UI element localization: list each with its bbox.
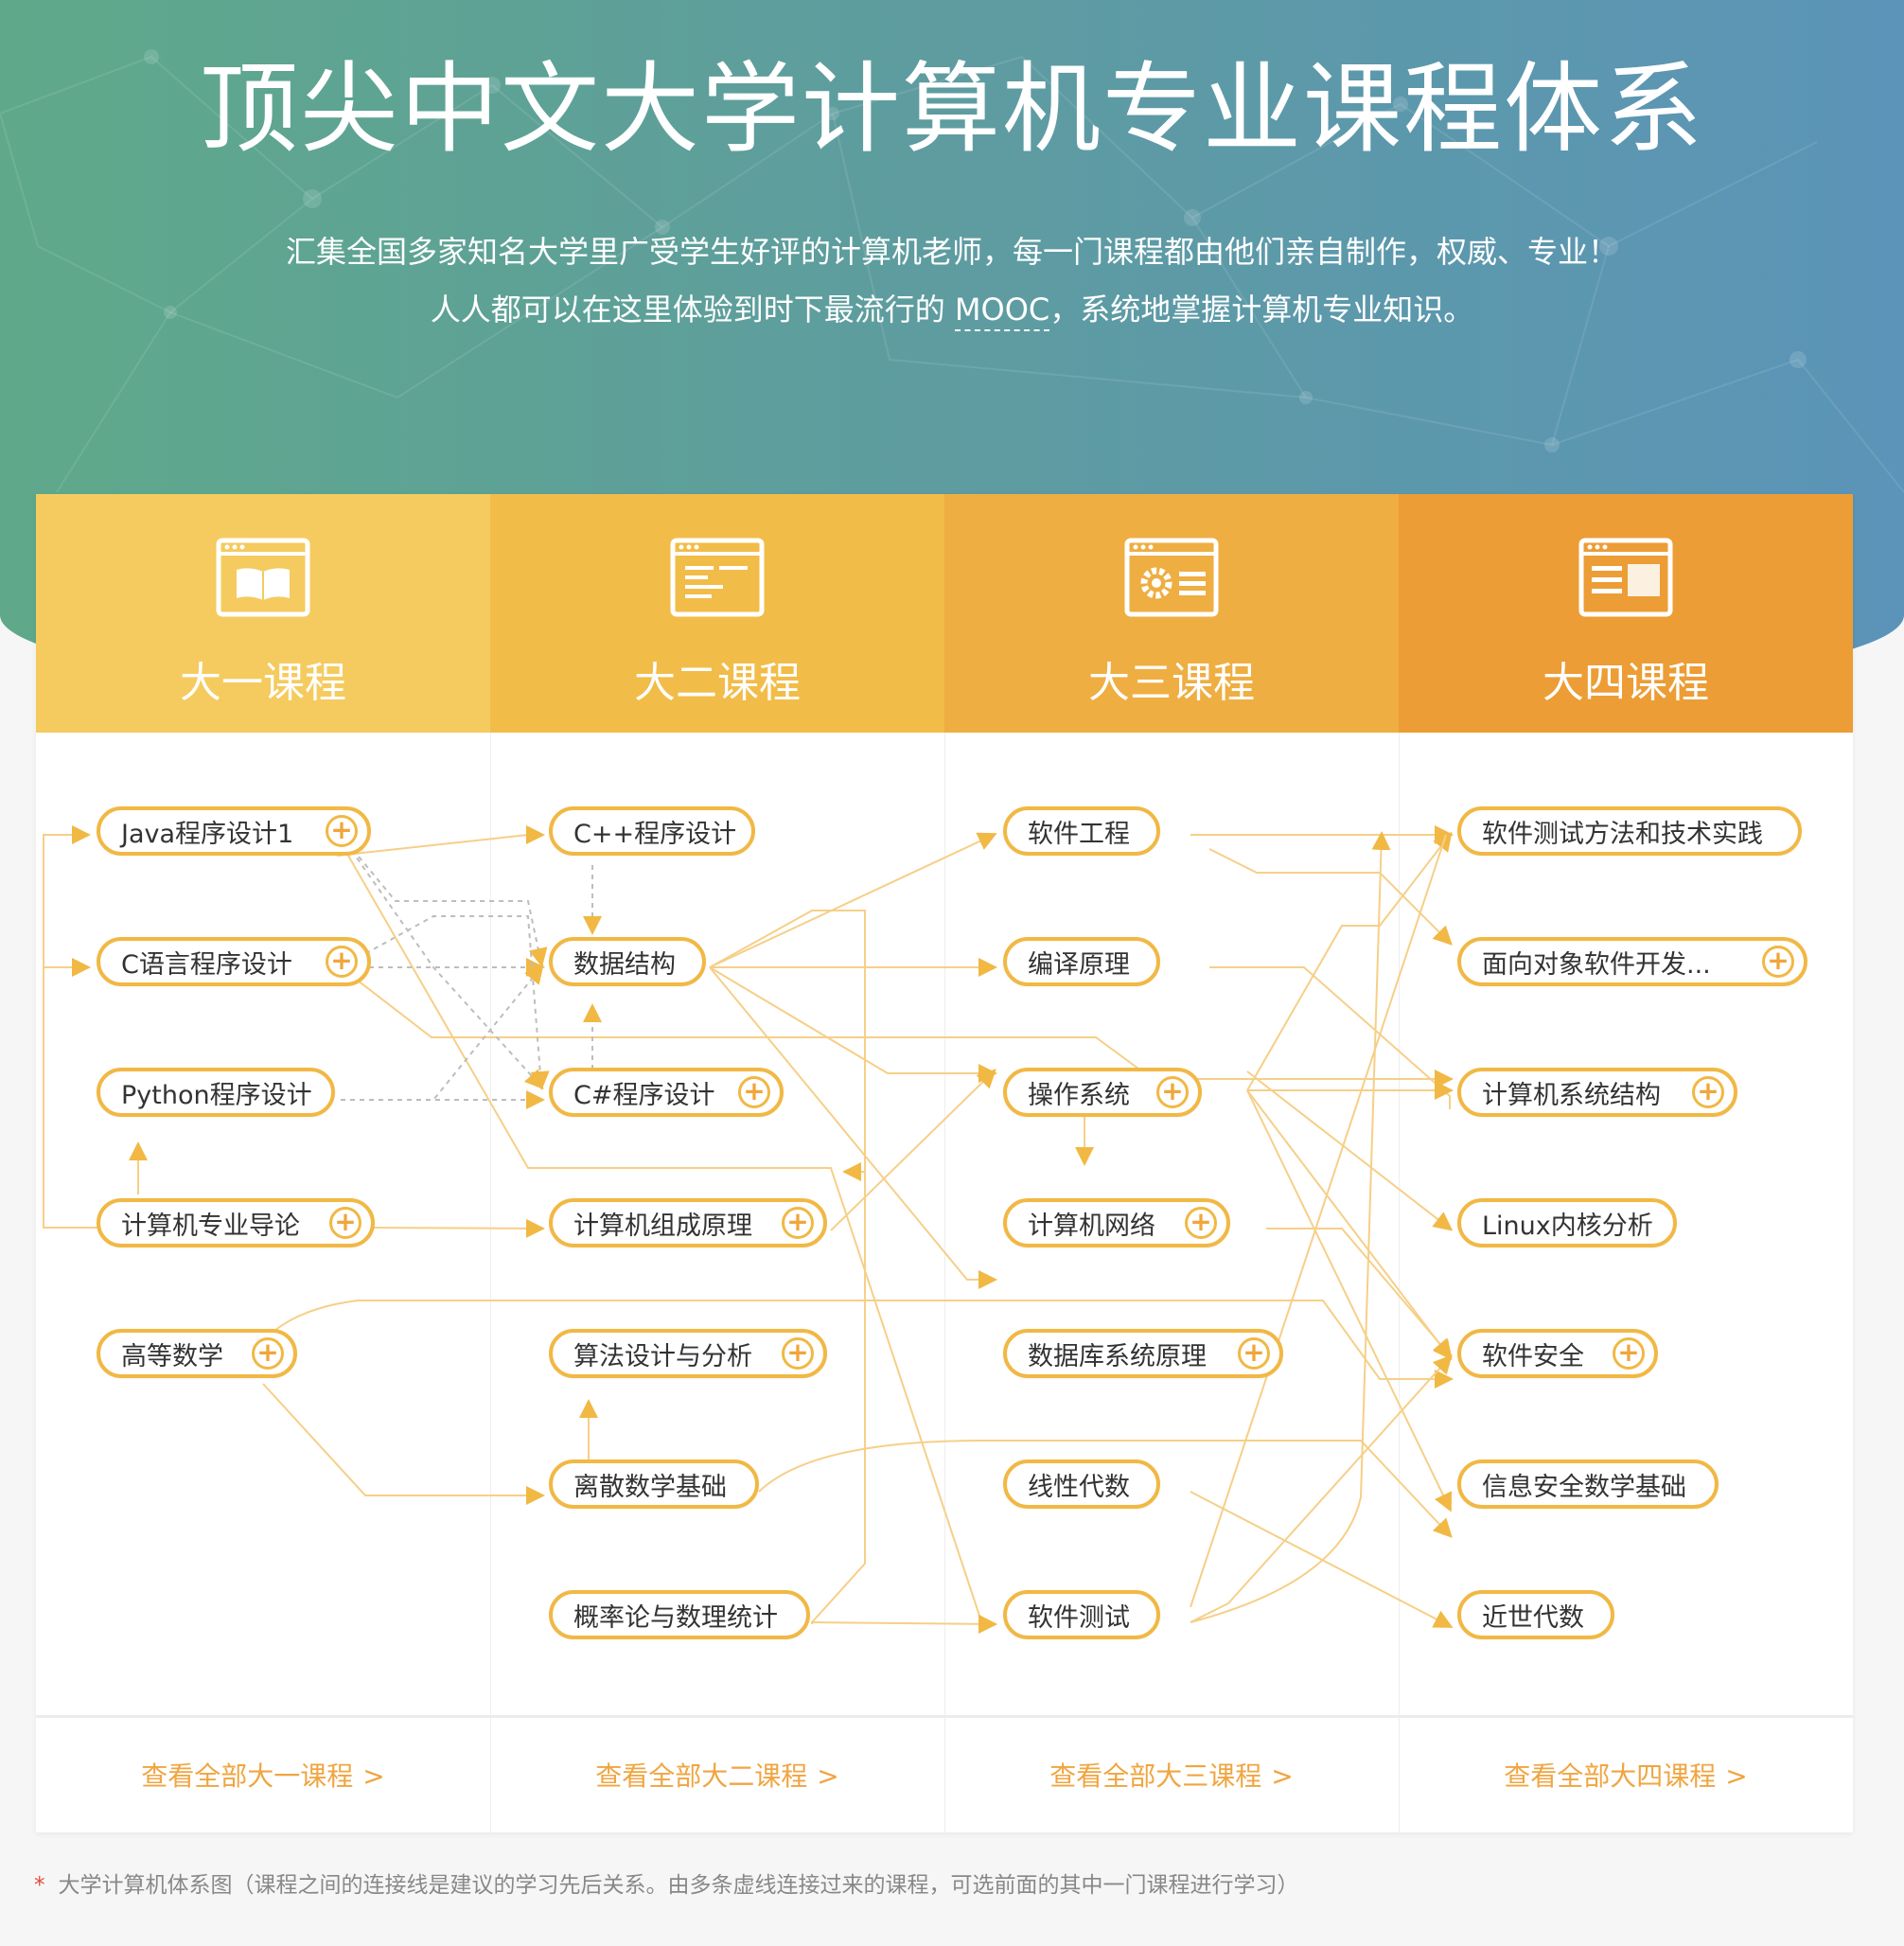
course-label: 信息安全数学基础 <box>1482 1472 1686 1502</box>
view-all-label: 查看全部大四课程 <box>1504 1760 1717 1792</box>
course-label: 编译原理 <box>1028 949 1130 980</box>
course-node-year1[interactable]: Python程序设计 <box>97 1068 335 1117</box>
plus-circle-icon[interactable]: + <box>1762 946 1794 978</box>
chevron-right-icon: > <box>817 1760 839 1792</box>
plus-circle-icon[interactable]: + <box>738 1076 770 1108</box>
course-label: 计算机网络 <box>1028 1211 1155 1241</box>
course-node-year2[interactable]: C#程序设计 + <box>549 1068 784 1117</box>
plus-circle-icon[interactable]: + <box>252 1337 284 1370</box>
course-node-year1[interactable]: 高等数学 + <box>97 1329 297 1378</box>
view-all-label: 查看全部大三课程 <box>1049 1760 1262 1792</box>
chevron-right-icon: > <box>1271 1760 1294 1792</box>
page-title: 顶尖中文大学计算机专业课程体系 <box>199 51 1704 167</box>
course-node-year4[interactable]: 软件测试方法和技术实践 <box>1457 806 1802 856</box>
course-node-year3[interactable]: 线性代数 <box>1003 1460 1160 1509</box>
plus-circle-icon[interactable]: + <box>329 1207 361 1239</box>
course-node-year2[interactable]: 算法设计与分析 + <box>549 1329 827 1378</box>
plus-circle-icon[interactable]: + <box>1613 1337 1645 1370</box>
course-node-year4[interactable]: 面向对象软件开发... + <box>1457 937 1807 986</box>
course-label: 概率论与数理统计 <box>573 1602 778 1633</box>
course-node-year4[interactable]: 计算机系统结构 + <box>1457 1068 1737 1117</box>
course-label: 算法设计与分析 <box>573 1341 752 1371</box>
course-node-year3[interactable]: 编译原理 <box>1003 937 1160 986</box>
course-label: 软件测试方法和技术实践 <box>1482 819 1763 849</box>
view-all-year4-link[interactable]: 查看全部大四课程 > <box>1399 1758 1853 1796</box>
view-all-year3-link[interactable]: 查看全部大三课程 > <box>944 1758 1399 1796</box>
course-node-year3[interactable]: 操作系统 + <box>1003 1068 1202 1117</box>
course-node-year4[interactable]: 软件安全 + <box>1457 1329 1658 1378</box>
course-node-year2[interactable]: 概率论与数理统计 <box>549 1590 810 1639</box>
view-all-label: 查看全部大二课程 <box>595 1760 808 1792</box>
course-node-year1[interactable]: Java程序设计1 + <box>97 806 371 856</box>
course-label: Linux内核分析 <box>1482 1211 1653 1241</box>
course-node-year2[interactable]: 计算机组成原理 + <box>549 1198 827 1247</box>
course-node-year3[interactable]: 软件测试 <box>1003 1590 1160 1639</box>
view-all-year1-link[interactable]: 查看全部大一课程 > <box>36 1758 490 1796</box>
course-label: 线性代数 <box>1028 1472 1130 1502</box>
plus-circle-icon[interactable]: + <box>782 1207 814 1239</box>
curriculum-panel: 大一课程 大二课程 大三课程 大四课程 Java程序设计1 + C语言程序设计 … <box>36 494 1853 1832</box>
course-label: 面向对象软件开发... <box>1482 949 1711 980</box>
course-label: C#程序设计 <box>573 1080 715 1110</box>
footnote-text: 大学计算机体系图（课程之间的连接线是建议的学习先后关系。由多条虚线连接过来的课程… <box>58 1873 1299 1898</box>
course-label: 近世代数 <box>1482 1602 1584 1633</box>
hero-description-line-1: 汇集全国多家知名大学里广受学生好评的计算机老师，每一门课程都由他们亲自制作，权威… <box>285 234 1618 270</box>
course-label: 计算机系统结构 <box>1482 1080 1661 1110</box>
view-all-year2-link[interactable]: 查看全部大二课程 > <box>490 1758 944 1796</box>
course-label: 软件测试 <box>1028 1602 1130 1633</box>
course-node-year2[interactable]: C++程序设计 <box>549 806 755 856</box>
course-label: 数据结构 <box>573 949 676 980</box>
course-label: C++程序设计 <box>573 819 737 849</box>
course-label: 操作系统 <box>1028 1080 1130 1110</box>
hero-description-text: 人人都可以在这里体验到时下最流行的 <box>430 292 955 327</box>
course-node-year1[interactable]: 计算机专业导论 + <box>97 1198 375 1247</box>
course-label: Java程序设计1 <box>121 819 294 849</box>
course-node-year2[interactable]: 数据结构 <box>549 937 706 986</box>
course-label: C语言程序设计 <box>121 949 292 980</box>
course-node-year4[interactable]: Linux内核分析 <box>1457 1198 1677 1247</box>
chevron-right-icon: > <box>362 1760 385 1792</box>
course-node-year3[interactable]: 数据库系统原理 + <box>1003 1329 1283 1378</box>
footnote: * 大学计算机体系图（课程之间的连接线是建议的学习先后关系。由多条虚线连接过来的课… <box>34 1868 1299 1902</box>
mooc-link[interactable]: MOOC <box>954 292 1050 331</box>
view-all-label: 查看全部大一课程 <box>141 1760 354 1792</box>
course-label: 软件工程 <box>1028 819 1130 849</box>
plus-circle-icon[interactable]: + <box>782 1337 814 1370</box>
hero-description-text-end: ，系统地掌握计算机专业知识。 <box>1049 292 1474 327</box>
course-node-year1[interactable]: C语言程序设计 + <box>97 937 371 986</box>
course-label: 高等数学 <box>121 1341 223 1371</box>
plus-circle-icon[interactable]: + <box>1692 1076 1724 1108</box>
course-node-year4[interactable]: 近世代数 <box>1457 1590 1614 1639</box>
course-label: Python程序设计 <box>121 1080 312 1110</box>
course-node-year2[interactable]: 离散数学基础 <box>549 1460 759 1509</box>
plus-circle-icon[interactable]: + <box>326 815 358 847</box>
course-label: 计算机专业导论 <box>121 1211 300 1241</box>
course-label: 计算机组成原理 <box>573 1211 752 1241</box>
course-node-year3[interactable]: 计算机网络 + <box>1003 1198 1230 1247</box>
hero-description-line-2: 人人都可以在这里体验到时下最流行的 MOOC，系统地掌握计算机专业知识。 <box>0 289 1904 331</box>
course-label: 数据库系统原理 <box>1028 1341 1207 1371</box>
plus-circle-icon[interactable]: + <box>326 946 358 978</box>
asterisk-icon: * <box>34 1873 45 1898</box>
chevron-right-icon: > <box>1725 1760 1748 1792</box>
course-node-year3[interactable]: 软件工程 <box>1003 806 1160 856</box>
plus-circle-icon[interactable]: + <box>1185 1207 1217 1239</box>
plus-circle-icon[interactable]: + <box>1238 1337 1270 1370</box>
course-label: 离散数学基础 <box>573 1472 727 1502</box>
plus-circle-icon[interactable]: + <box>1156 1076 1189 1108</box>
footer-divider <box>36 1715 1853 1718</box>
course-label: 软件安全 <box>1482 1341 1584 1371</box>
course-node-year4[interactable]: 信息安全数学基础 <box>1457 1460 1719 1509</box>
